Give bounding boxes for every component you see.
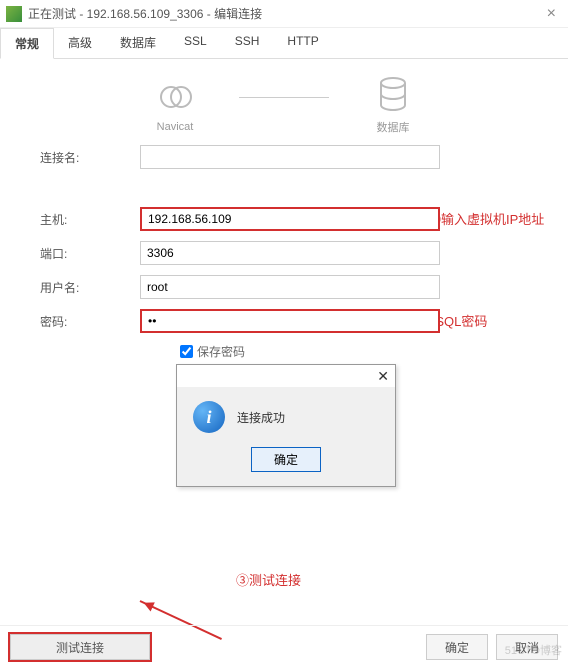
host-input[interactable] bbox=[140, 207, 440, 231]
dialog-close-icon[interactable]: ✕ bbox=[377, 368, 389, 385]
close-icon[interactable]: × bbox=[541, 5, 562, 23]
diagram-line bbox=[239, 97, 329, 98]
diagram-right-label: 数据库 bbox=[377, 119, 410, 135]
tab-http[interactable]: HTTP bbox=[273, 28, 332, 58]
label-connname: 连接名: bbox=[40, 149, 140, 166]
dialog-message: 连接成功 bbox=[237, 409, 285, 426]
pass-input[interactable] bbox=[140, 309, 440, 333]
label-pass: 密码: bbox=[40, 313, 140, 330]
tab-general[interactable]: 常规 bbox=[0, 28, 54, 59]
savepass-checkbox[interactable] bbox=[180, 345, 193, 358]
ok-button[interactable]: 确定 bbox=[426, 634, 488, 660]
tab-advanced[interactable]: 高级 bbox=[54, 28, 106, 58]
port-input[interactable] bbox=[140, 241, 440, 265]
tab-ssh[interactable]: SSH bbox=[221, 28, 274, 58]
tab-ssl[interactable]: SSL bbox=[170, 28, 221, 58]
info-icon: i bbox=[193, 401, 225, 433]
label-host: 主机: bbox=[40, 211, 140, 228]
dialog-ok-button[interactable]: 确定 bbox=[251, 447, 321, 472]
savepass-label: 保存密码 bbox=[197, 343, 245, 360]
result-dialog: ✕ i 连接成功 确定 bbox=[176, 364, 396, 487]
app-icon bbox=[6, 6, 22, 22]
connection-diagram: Navicat 数据库 bbox=[0, 77, 568, 135]
watermark: 51CTO博客 bbox=[505, 642, 562, 658]
test-connection-button[interactable]: 测试连接 bbox=[10, 634, 150, 660]
label-port: 端口: bbox=[40, 245, 140, 262]
diagram-left-label: Navicat bbox=[157, 121, 194, 133]
user-input[interactable] bbox=[140, 275, 440, 299]
window-title: 正在测试 - 192.168.56.109_3306 - 编辑连接 bbox=[28, 5, 262, 22]
annotation-1: ①输入虚拟机IP地址 bbox=[428, 209, 544, 228]
tab-database[interactable]: 数据库 bbox=[106, 28, 170, 58]
label-user: 用户名: bbox=[40, 279, 140, 296]
navicat-icon bbox=[157, 79, 193, 115]
tab-bar: 常规 高级 数据库 SSL SSH HTTP bbox=[0, 28, 568, 59]
annotation-3: ③测试连接 bbox=[236, 570, 301, 589]
connname-input[interactable] bbox=[140, 145, 440, 169]
database-icon bbox=[375, 77, 411, 113]
